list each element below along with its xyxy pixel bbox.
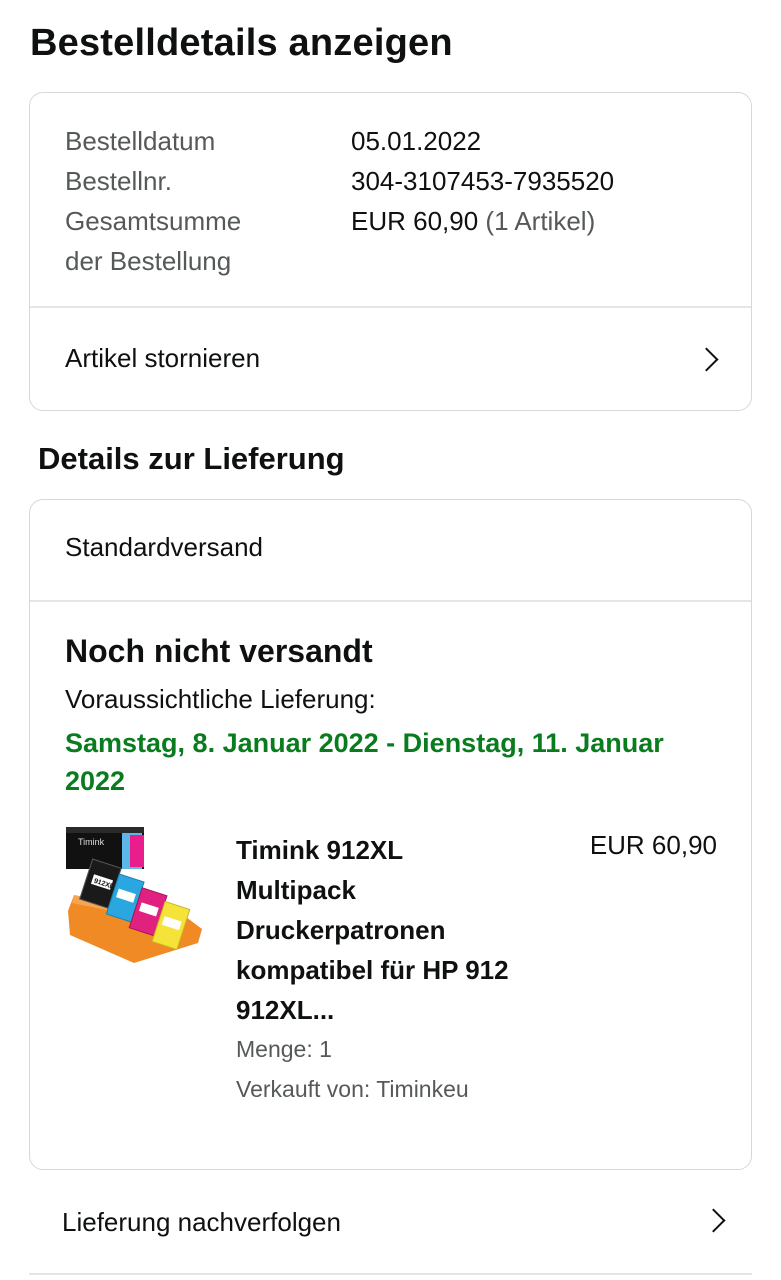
track-delivery-button[interactable]: Lieferung nachverfolgen: [29, 1172, 752, 1272]
order-total-row: Gesamtsumme der Bestellung EUR 60,90 (1 …: [65, 201, 614, 281]
product-title-link[interactable]: Timink 912XL Multipack Druckerpatronen k…: [236, 830, 526, 1030]
chevron-right-icon: [694, 347, 719, 372]
order-number-label: Bestellnr.: [65, 166, 172, 196]
order-total-label: Gesamtsumme der Bestellung: [65, 201, 351, 281]
shipment-status: Noch nicht versandt: [65, 633, 373, 669]
shipping-method: Standardversand: [65, 532, 264, 562]
product-seller: Verkauft von: Timinkeu: [236, 1076, 469, 1102]
eta-label: Voraussichtliche Lieferung:: [65, 684, 376, 714]
delivery-divider: [30, 600, 751, 602]
delivery-section-title: Details zur Lieferung: [38, 441, 345, 476]
image-brand-text: Timink: [78, 837, 105, 847]
order-total-value: EUR 60,90 (1 Artikel): [351, 201, 595, 281]
chevron-right-icon: [701, 1208, 726, 1233]
product-quantity: Menge: 1: [236, 1036, 332, 1062]
cancel-items-label: Artikel stornieren: [65, 343, 261, 373]
order-total-items: (1 Artikel): [485, 206, 596, 236]
bottom-divider: [29, 1273, 752, 1275]
order-date-label: Bestelldatum: [65, 126, 216, 156]
delivery-card: Standardversand Noch nicht versandt Vora…: [29, 499, 752, 1170]
order-number-value: 304-3107453-7935520: [351, 166, 615, 196]
order-date-row: Bestelldatum 05.01.2022: [65, 121, 614, 161]
track-delivery-label: Lieferung nachverfolgen: [62, 1206, 341, 1237]
product-price: EUR 60,90: [589, 830, 717, 860]
ink-cartridge-pack-image: Timink 912XL: [66, 827, 202, 963]
cancel-items-button[interactable]: Artikel stornieren: [30, 307, 751, 410]
product-image[interactable]: Timink 912XL: [64, 825, 204, 965]
order-summary-grid: Bestelldatum 05.01.2022 Bestellnr. 304-3…: [65, 121, 614, 281]
order-total-amount: EUR 60,90: [351, 206, 479, 236]
page-title: Bestelldetails anzeigen: [30, 22, 453, 64]
order-total-label-line2: der Bestellung: [65, 246, 232, 276]
order-date-value: 05.01.2022: [351, 126, 482, 156]
eta-date: Samstag, 8. Januar 2022 - Dienstag, 11. …: [65, 728, 664, 796]
order-total-label-line1: Gesamtsumme: [65, 206, 242, 236]
order-summary-card: Bestelldatum 05.01.2022 Bestellnr. 304-3…: [29, 92, 752, 411]
order-number-row: Bestellnr. 304-3107453-7935520: [65, 161, 614, 201]
